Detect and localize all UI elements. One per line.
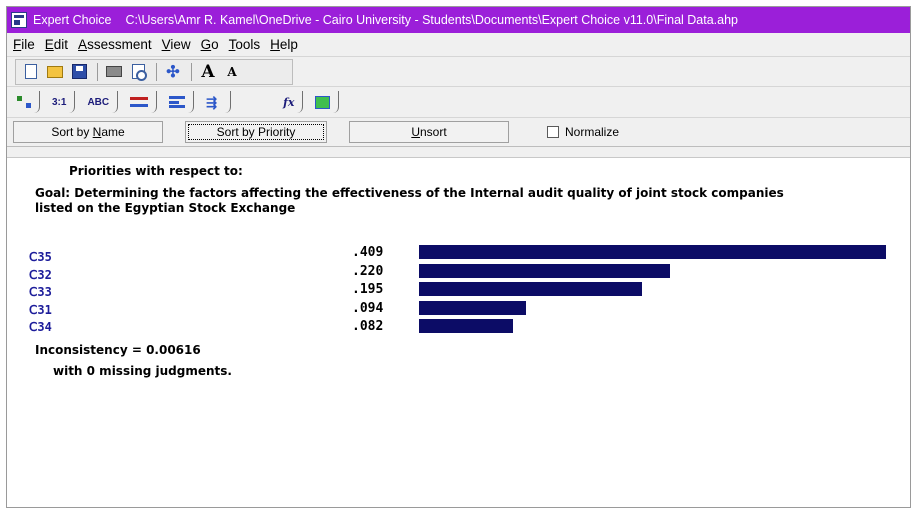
tab-pairwise-numerical[interactable]: 3:1 [46,91,76,113]
print-preview-icon [131,64,147,81]
toolbar-separator [97,62,98,81]
priority-bars [419,245,886,338]
menu-view[interactable]: View [162,37,191,52]
priorities-pane: Priorities with respect to: Goal: Determ… [7,157,910,507]
save-button[interactable] [68,62,90,82]
criterion-label-c32[interactable]: Ⅽ32 [29,267,52,285]
menu-assessment[interactable]: Assessment [78,37,152,52]
priority-value-c32: .220 [352,263,384,279]
window-app-name: Expert Choice [33,13,112,27]
open-button[interactable] [44,62,66,82]
menu-bar: File Edit Assessment View Go Tools Help [7,33,910,57]
print-button[interactable] [103,62,125,82]
priority-bar-c33 [419,282,642,296]
criterion-label-c34[interactable]: Ⅽ34 [29,319,52,337]
missing-judgments: with 0 missing judgments. [53,364,232,378]
unsort-suffix: nsort [419,125,447,139]
unsort-button[interactable]: Unsort [349,121,509,143]
sort-by-name-button[interactable]: Sort by Name [13,121,163,143]
unsort-accelerator: U [411,125,420,139]
goal-text: Goal: Determining the factors affecting … [35,186,784,215]
menu-edit[interactable]: Edit [45,37,68,52]
data-grid-icon [315,95,331,109]
sort-by-name-suffix: ame [101,125,125,139]
sort-by-name-prefix: Sort by [51,125,90,139]
toolbar-separator [191,62,192,81]
priority-values: .409 .220 .195 .094 .082 [352,244,383,337]
inconsistency-ratio: Inconsistency = 0.00616 [35,343,201,357]
menu-help[interactable]: Help [270,37,298,52]
graphical-compare-icon [130,97,149,107]
priority-value-c31: .094 [352,300,384,316]
tab-sensitivity[interactable]: ⇶ [200,91,232,113]
priority-bar-c35 [419,245,886,259]
tab-data-grid[interactable] [309,91,340,113]
new-file-button[interactable] [20,62,42,82]
standard-toolbar: ✣ A A [7,57,910,87]
save-icon [71,64,87,79]
sort-bar: Sort by Name Sort by Priority Unsort Nor… [7,117,910,147]
priorities-bars-icon [169,96,186,108]
tree-view-icon [17,96,31,108]
priority-value-c33: .195 [352,282,384,297]
sensitivity-icon: ⇶ [206,94,218,110]
normalize-label: Normalize [565,125,620,139]
criterion-label-c33[interactable]: Ⅽ33 [29,284,52,302]
expert-choice-window: Expert Choice C:\Users\Amr R. Kamel\OneD… [6,6,911,508]
criterion-label-c31[interactable]: Ⅽ31 [29,302,52,320]
priorities-heading: Priorities with respect to: [69,164,243,178]
window-file-path: C:\Users\Amr R. Kamel\OneDrive - Cairo U… [125,13,739,27]
menu-go[interactable]: Go [201,37,219,52]
font-larger-icon[interactable]: A [197,62,219,82]
print-preview-button[interactable] [127,62,149,82]
sort-by-name-accelerator: N [92,125,102,139]
tab-tree-view[interactable] [11,91,40,113]
font-smaller-icon[interactable]: A [221,62,243,82]
new-file-icon [25,64,37,79]
priority-bar-c32 [419,263,670,278]
priority-value-c35: .409 [352,245,384,260]
menu-file[interactable]: File [13,37,35,52]
menu-tools[interactable]: Tools [229,37,261,52]
print-icon [106,66,122,77]
normalize-checkbox[interactable] [547,126,559,138]
priority-value-c34: .082 [352,319,384,334]
formula-icon: fx [283,95,295,109]
tab-formula[interactable]: fx [277,91,304,113]
title-bar: Expert Choice C:\Users\Amr R. Kamel\OneD… [7,7,910,33]
toolbar-group: ✣ A A [15,58,293,85]
tab-pairwise-graphical[interactable] [124,91,158,113]
app-icon[interactable] [11,12,27,28]
open-folder-icon [47,65,63,78]
criteria-labels: Ⅽ35 Ⅽ32 Ⅽ33 Ⅽ31 Ⅽ34 [29,249,52,337]
criterion-label-c35[interactable]: Ⅽ35 [29,249,52,267]
priority-bar-c31 [419,300,526,315]
move-icon[interactable]: ✣ [162,62,184,82]
toolbar-separator [156,62,157,81]
normalize-option[interactable]: Normalize [547,125,619,139]
tab-priorities[interactable] [163,91,195,113]
sort-by-priority-button[interactable]: Sort by Priority [185,121,327,143]
mode-tabs: 3:1 ABC ⇶ fx [7,87,910,113]
tab-pairwise-verbal[interactable]: ABC [81,91,119,113]
priority-bar-c34 [419,319,513,333]
